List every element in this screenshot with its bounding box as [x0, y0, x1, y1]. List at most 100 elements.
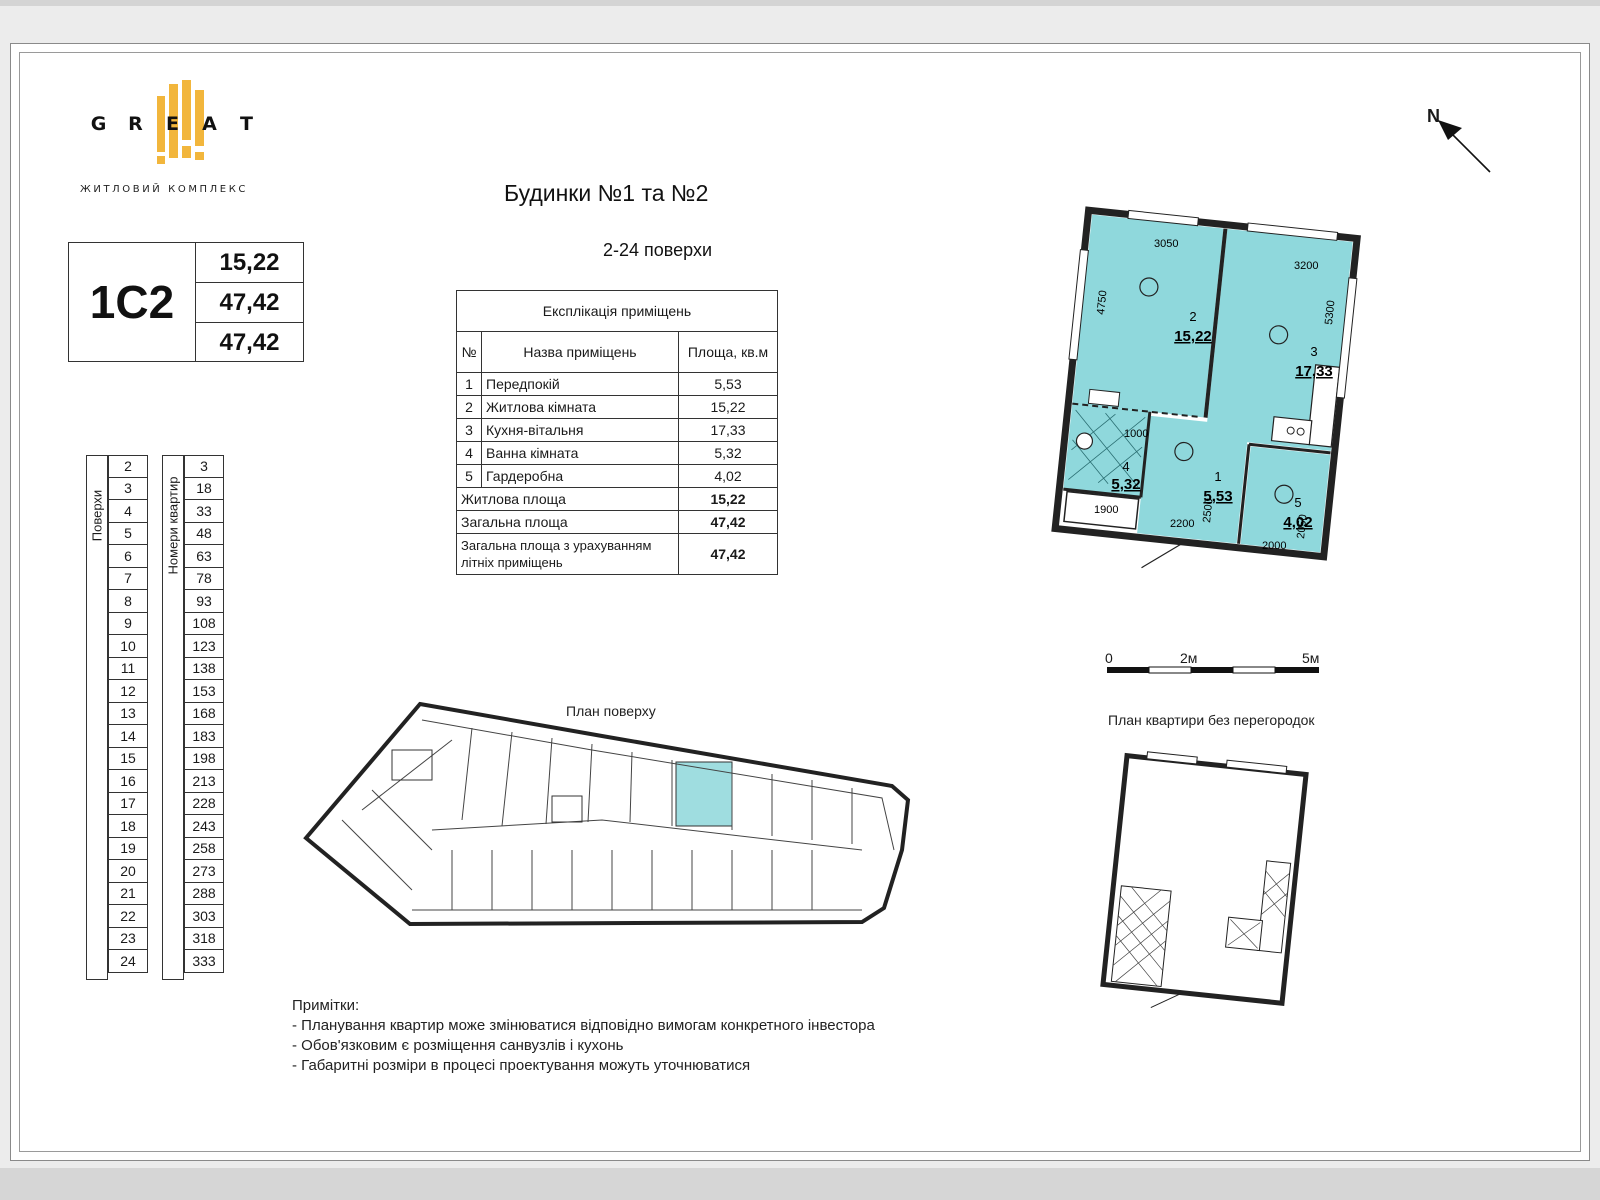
brand-wordmark: G R E A T [80, 113, 265, 135]
floors-label: Поверхи [89, 489, 105, 542]
floor-cell: 3 [108, 477, 148, 500]
room-3-number: 3 [1310, 344, 1317, 359]
table-row: 3 Кухня-вітальня 17,33 [456, 418, 778, 442]
room-num: 2 [456, 395, 482, 419]
dim-label: 5300 [1323, 300, 1337, 326]
note-item: - Габаритні розміри в процесі проектуван… [292, 1057, 751, 1074]
floor-plan [303, 701, 911, 927]
apartment-number-cell: 33 [184, 500, 224, 523]
apartment-number-cell: 273 [184, 860, 224, 883]
floor-cell: 16 [108, 770, 148, 793]
room-4-area: 5,32 [1111, 476, 1140, 493]
note-item: - Планування квартир може змінюватися ві… [292, 1017, 875, 1034]
top-strip [0, 0, 1600, 6]
apartment-number-cell: 78 [184, 567, 224, 590]
scale-label: 0 [1105, 650, 1113, 666]
apartment-number-cell: 213 [184, 770, 224, 793]
room-area: 17,33 [678, 418, 778, 442]
apartment-number-cell: 258 [184, 837, 224, 860]
dim-label: 1900 [1094, 504, 1118, 516]
floor-cell: 24 [108, 950, 148, 973]
apartment-number-cell: 243 [184, 815, 224, 838]
apartment-numbers-label-cell: Номери квартир [162, 455, 184, 980]
no-partitions-label: План квартири без перегородок [1108, 712, 1315, 728]
brand-letter: A [202, 113, 217, 135]
room-area: 15,22 [678, 395, 778, 419]
table-row: Загальна площа з урахуванням літніх прим… [456, 533, 778, 575]
room-1-number: 1 [1214, 469, 1221, 484]
floor-cell: 17 [108, 792, 148, 815]
floor-cell: 8 [108, 590, 148, 613]
room-2-area: 15,22 [1174, 328, 1212, 345]
floor-cell: 7 [108, 567, 148, 590]
room-2-number: 2 [1189, 309, 1196, 324]
floor-cell: 23 [108, 927, 148, 950]
dim-label: 4750 [1095, 290, 1109, 316]
apartment-number-cell: 3 [184, 455, 224, 478]
apartment-number-cell: 48 [184, 522, 224, 545]
floor-cell: 9 [108, 612, 148, 635]
brand-letter: G [90, 113, 107, 135]
apartment-number-cell: 168 [184, 702, 224, 725]
room-5-number: 5 [1294, 495, 1301, 510]
table-row: Житлова площа 15,22 [456, 487, 778, 511]
room-num: 3 [456, 418, 482, 442]
col-name-header: Назва приміщень [481, 331, 679, 373]
room-name: Передпокій [481, 372, 679, 396]
apartment-total-area: 47,42 [196, 283, 303, 323]
room-num: 1 [456, 372, 482, 396]
apartment-numbers-label: Номери квартир [165, 476, 181, 575]
floor-cell: 13 [108, 702, 148, 725]
table-row: 1 Передпокій 5,53 [456, 372, 778, 396]
table-row: 4 Ванна кімната 5,32 [456, 441, 778, 465]
floors-range: 2-24 поверхи [603, 240, 713, 260]
room-num: 5 [456, 464, 482, 488]
floors-column-label: Поверхи [86, 455, 108, 980]
note-item: - Обов'язковим є розміщення санвузлів і … [292, 1037, 624, 1054]
dim-label: 2200 [1170, 518, 1194, 530]
apartment-summary-box: 1С2 15,22 47,42 47,42 [68, 242, 304, 362]
apartment-number-cell: 318 [184, 927, 224, 950]
room-name: Житлова кімната [481, 395, 679, 419]
apartment-number-cell: 138 [184, 657, 224, 680]
dim-label: 2050 [1295, 514, 1309, 540]
living-area-label: Житлова площа [456, 487, 679, 511]
dim-label: 3200 [1294, 260, 1318, 272]
floor-cell: 10 [108, 635, 148, 658]
room-name: Гардеробна [481, 464, 679, 488]
brand-letter: R [128, 113, 143, 135]
bottom-strip [0, 1168, 1600, 1200]
brand-subtitle: ЖИТЛОВИЙ КОМПЛЕКС [80, 184, 248, 195]
scale-bar [1107, 666, 1319, 674]
apartment-plan: 2 15,22 3 17,33 1 5,53 4 5,32 5 4,02 305… [1051, 206, 1361, 569]
total-area-value: 47,42 [678, 510, 778, 534]
explication-title: Експлікація приміщень [456, 290, 778, 332]
floor-cell: 2 [108, 455, 148, 478]
floor-cell: 12 [108, 680, 148, 703]
apartment-living-area: 15,22 [196, 243, 303, 283]
table-row: 5 Гардеробна 4,02 [456, 464, 778, 488]
floor-cell: 14 [108, 725, 148, 748]
dim-label: 3050 [1154, 238, 1178, 250]
apartment-number-cell: 63 [184, 545, 224, 568]
north-arrow-icon [1438, 120, 1491, 173]
room-num: 4 [456, 441, 482, 465]
floor-cell: 15 [108, 747, 148, 770]
floor-cell: 11 [108, 657, 148, 680]
total-summer-area-value: 47,42 [678, 533, 778, 575]
room-name: Ванна кімната [481, 441, 679, 465]
buildings-title: Будинки №1 та №2 [504, 180, 709, 206]
floor-cell: 20 [108, 860, 148, 883]
table-row: Загальна площа 47,42 [456, 510, 778, 534]
floor-cell: 6 [108, 545, 148, 568]
apartment-code: 1С2 [69, 243, 196, 361]
dim-label: 2000 [1262, 540, 1286, 552]
apartment-number-cell: 123 [184, 635, 224, 658]
floor-cell: 19 [108, 837, 148, 860]
total-area-label: Загальна площа [456, 510, 679, 534]
room-area: 5,53 [678, 372, 778, 396]
apartment-number-cell: 288 [184, 882, 224, 905]
room-area: 5,32 [678, 441, 778, 465]
apartment-number-cell: 153 [184, 680, 224, 703]
dim-label: 2500 [1201, 498, 1215, 524]
